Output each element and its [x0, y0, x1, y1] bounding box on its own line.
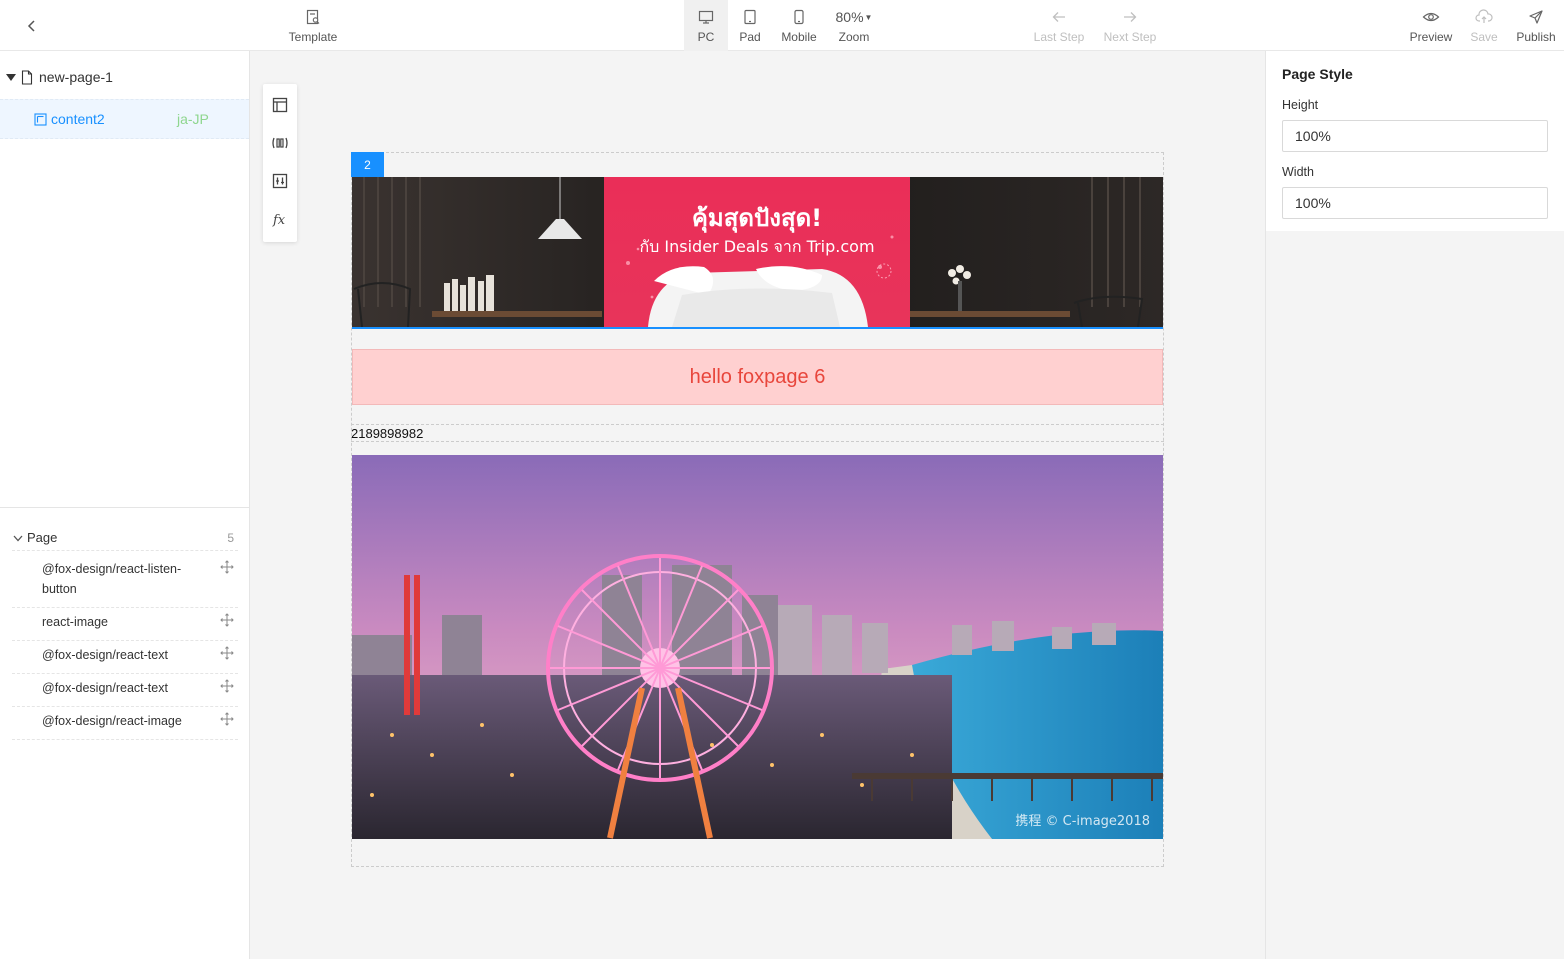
panel-divider: [0, 507, 249, 508]
layout-icon: [34, 112, 47, 126]
style-panel: Page Style Height Width: [1266, 51, 1564, 231]
chevron-left-icon: [27, 20, 35, 32]
save-label: Save: [1470, 30, 1498, 44]
component-label: @fox-design/react-text: [42, 681, 168, 695]
publish-label: Publish: [1516, 30, 1556, 44]
send-icon: [1528, 7, 1544, 27]
tablet-icon: [742, 7, 758, 27]
mobile-icon: [791, 7, 807, 27]
photo-watermark: 携程 © C-image2018: [1015, 813, 1150, 829]
next-step-label: Next Step: [1103, 30, 1157, 44]
content-name: content2: [51, 111, 105, 127]
coastline-illustration: 携程 © C-image2018: [352, 455, 1163, 839]
cloud-upload-icon: [1475, 7, 1493, 27]
height-label: Height: [1282, 98, 1319, 112]
left-panel: new-page-1 content2 ja-JP Page 5 @fox-de…: [0, 51, 250, 959]
component-item[interactable]: @fox-design/react-listen-button: [12, 551, 238, 608]
coastline-photo[interactable]: 携程 © C-image2018: [352, 455, 1163, 839]
banner-illustration: คุ้มสุดปังสุด! กับ Insider Deals จาก Tri…: [352, 177, 1163, 327]
component-group-header[interactable]: Page 5: [12, 525, 238, 551]
page-tree-root[interactable]: new-page-1: [6, 69, 113, 85]
arrow-right-icon: [1122, 7, 1138, 27]
device-mobile-button[interactable]: Mobile: [776, 0, 822, 51]
template-label: Template: [288, 30, 338, 44]
next-step-button[interactable]: Next Step: [1098, 0, 1162, 51]
drag-move-icon[interactable]: [220, 679, 234, 693]
component-item[interactable]: @fox-design/react-text: [12, 637, 238, 674]
width-input[interactable]: [1282, 187, 1548, 219]
preview-button[interactable]: Preview: [1404, 0, 1458, 51]
zoom-dropdown[interactable]: 80% ▼ Zoom: [828, 0, 880, 51]
width-label: Width: [1282, 165, 1314, 179]
hello-text-block[interactable]: hello foxpage 6: [352, 349, 1163, 405]
pc-label: PC: [697, 30, 715, 44]
component-group-label: Page: [27, 530, 58, 545]
zoom-value: 80%: [835, 9, 864, 25]
component-count: 5: [227, 530, 234, 545]
component-label: @fox-design/react-image: [42, 714, 182, 728]
content-locale: ja-JP: [177, 111, 209, 127]
drag-move-icon[interactable]: [220, 613, 234, 627]
editor-tool-strip: fx: [263, 84, 297, 242]
eye-icon: [1422, 7, 1440, 27]
caret-down-icon: ▼: [864, 12, 873, 22]
svg-text:fx: fx: [272, 213, 286, 227]
back-button[interactable]: [20, 14, 44, 38]
template-icon: [305, 7, 321, 27]
caret-down-icon[interactable]: [6, 73, 16, 81]
device-pc-button[interactable]: PC: [684, 0, 728, 51]
desktop-icon: [698, 7, 714, 27]
preview-label: Preview: [1409, 30, 1453, 44]
device-pad-button[interactable]: Pad: [730, 0, 770, 51]
component-item[interactable]: @fox-design/react-image: [12, 703, 238, 740]
pad-label: Pad: [739, 30, 761, 44]
last-step-label: Last Step: [1033, 30, 1085, 44]
tree-item-content[interactable]: content2 ja-JP: [0, 99, 249, 139]
zoom-label: Zoom: [838, 30, 870, 44]
drag-move-icon[interactable]: [220, 712, 234, 726]
condition-icon: [272, 173, 288, 189]
conditions-tool-button[interactable]: [270, 171, 290, 191]
banner-image[interactable]: คุ้มสุดปังสุด! กับ Insider Deals จาก Tri…: [352, 177, 1163, 329]
page-name: new-page-1: [39, 69, 113, 85]
template-button[interactable]: Template: [282, 0, 344, 51]
style-panel-title: Page Style: [1282, 66, 1353, 82]
component-item[interactable]: react-image: [12, 604, 238, 641]
banner-headline: คุ้มสุดปังสุด!: [692, 204, 822, 234]
component-item[interactable]: @fox-design/react-text: [12, 670, 238, 707]
structure-tool-button[interactable]: [270, 95, 290, 115]
arrow-left-icon: [1051, 7, 1067, 27]
variable-icon: [272, 137, 288, 149]
mobile-label: Mobile: [781, 30, 817, 44]
layout-icon: [272, 97, 288, 113]
selection-badge[interactable]: 2: [351, 152, 384, 177]
functions-tool-button[interactable]: fx: [270, 209, 290, 229]
component-label: react-image: [42, 615, 108, 629]
save-button[interactable]: Save: [1466, 0, 1502, 51]
variables-tool-button[interactable]: [270, 133, 290, 153]
top-toolbar: Template PC Pad Mobile 80% ▼ Zoom Last S…: [0, 0, 1564, 51]
function-icon: fx: [272, 213, 286, 227]
banner-subline: กับ Insider Deals จาก Trip.com: [639, 237, 874, 256]
drag-move-icon[interactable]: [220, 560, 234, 574]
number-text-block[interactable]: 2189898982: [351, 424, 1164, 442]
component-label: @fox-design/react-listen-button: [42, 562, 182, 596]
drag-move-icon[interactable]: [220, 646, 234, 660]
height-input[interactable]: [1282, 120, 1548, 152]
component-label: @fox-design/react-text: [42, 648, 168, 662]
last-step-button[interactable]: Last Step: [1028, 0, 1090, 51]
file-icon: [21, 69, 33, 85]
chevron-down-icon: [13, 535, 23, 541]
publish-button[interactable]: Publish: [1510, 0, 1562, 51]
